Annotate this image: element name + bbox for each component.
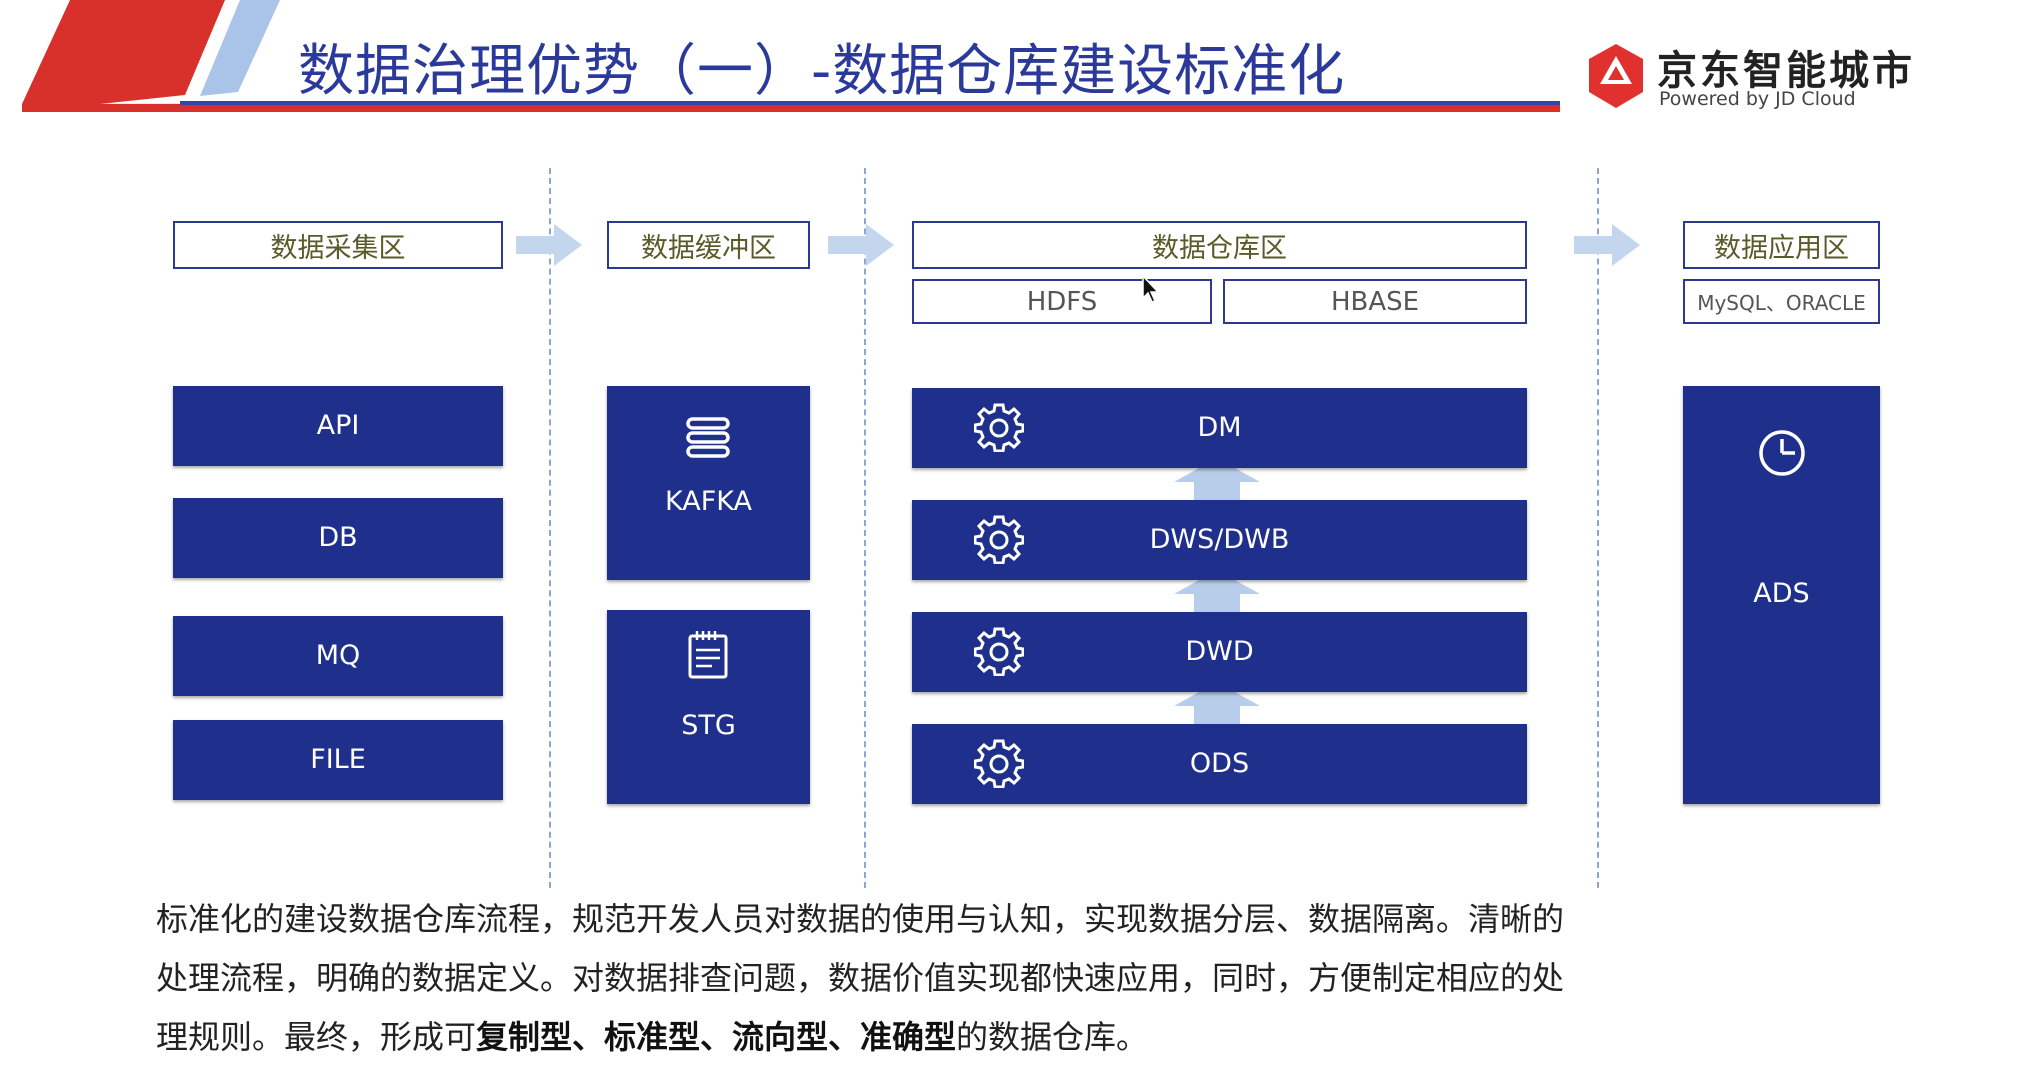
source-label: DB [318,522,358,553]
app-ads: ADS [1683,386,1880,804]
description-text-end: 的数据仓库。 [956,1018,1149,1056]
layer-label: ODS [1189,748,1250,779]
source-label: FILE [310,744,366,775]
layer-label: DWS/DWB [1149,524,1290,555]
storage-hbase: HBASE [1223,279,1527,324]
separator-3 [1597,168,1599,888]
layer-dm: DM [912,388,1527,468]
description-emphasis: 复制型、标准型、流向型、准确型 [476,1018,957,1056]
description-paragraph: 标准化的建设数据仓库流程，规范开发人员对数据的使用与认知，实现数据分层、数据隔离… [156,890,1576,1067]
flow-arrow-icon [1574,224,1640,266]
storage-hdfs: HDFS [912,279,1212,324]
layer-dws-dwb: DWS/DWB [912,500,1527,580]
mouse-cursor-icon [1142,274,1160,303]
brand-logo: 京东智能城市 Powered by JD Cloud [1585,38,2018,118]
source-db: DB [173,498,503,578]
zone-application-header: 数据应用区 [1683,221,1880,269]
buffer-stg: STG [607,610,810,804]
notepad-icon [688,631,728,679]
pie-chart-icon [1759,430,1805,476]
source-mq: MQ [173,616,503,696]
source-api: API [173,386,503,466]
flow-arrow-icon [828,224,894,266]
zone-collect-header: 数据采集区 [173,221,503,269]
page-title: 数据治理优势（一）-数据仓库建设标准化 [298,39,1346,104]
storage-mysql-oracle: MySQL、ORACLE [1683,279,1880,324]
layer-label: DWD [1185,636,1254,667]
layer-ods: ODS [912,724,1527,804]
stack-icon [686,417,730,458]
buffer-label: KAFKA [665,486,752,517]
flow-arrow-icon [516,224,582,266]
buffer-kafka: KAFKA [607,386,810,580]
brand-tagline: Powered by JD Cloud [1659,88,1856,110]
layer-dwd: DWD [912,612,1527,692]
app-label: ADS [1753,578,1810,609]
separator-2 [864,168,866,888]
layer-label: DM [1197,412,1242,443]
buffer-label: STG [681,710,736,741]
zone-warehouse-header: 数据仓库区 [912,221,1527,269]
red-banner-shape [22,0,225,112]
zone-buffer-header: 数据缓冲区 [607,221,810,269]
source-label: MQ [315,640,361,671]
separator-1 [549,168,551,888]
source-label: API [316,410,360,441]
source-file: FILE [173,720,503,800]
jd-logo-icon [1589,44,1643,108]
